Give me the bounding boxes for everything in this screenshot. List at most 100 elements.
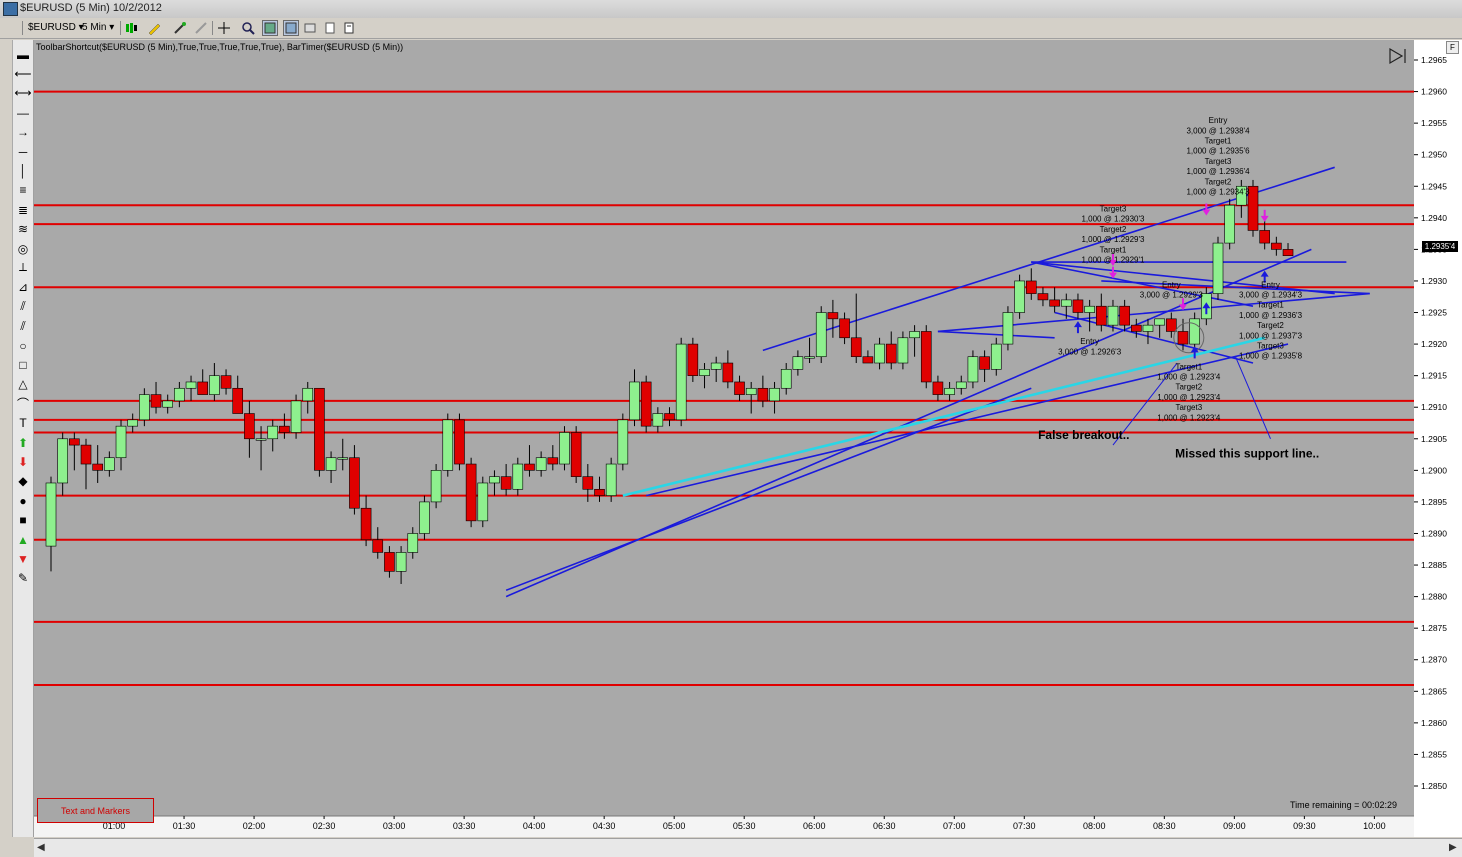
wand-icon[interactable] [172, 20, 188, 36]
ray-both-icon[interactable]: ⟷ [14, 85, 32, 102]
candle [839, 318, 850, 339]
scroll-right-icon[interactable]: ▶ [1449, 842, 1457, 853]
tool-icon[interactable] [193, 20, 209, 36]
zoom-icon[interactable] [240, 20, 256, 36]
candle [104, 457, 115, 471]
pencil-icon[interactable] [146, 20, 162, 36]
price-chart[interactable]: Target31,000 @ 1.2930'3Target21,000 @ 1.… [34, 40, 1414, 837]
order-label: Target2 [1205, 177, 1232, 186]
pitchfork-icon[interactable]: ⟂ [14, 259, 32, 276]
symbol-selector[interactable]: $EURUSD ▾ [28, 20, 84, 35]
fib-fan-icon[interactable]: ≋ [14, 221, 32, 238]
triangle-up-icon[interactable]: ▲ [14, 531, 32, 548]
candle [1154, 318, 1165, 326]
triangle-down-icon[interactable]: ▼ [14, 550, 32, 567]
order-label: 1,000 @ 1.2923'4 [1157, 413, 1221, 422]
price-axis[interactable]: 1.2965 1.2960 1.2955 1.2950 1.2945 1.2940 1.29… [1414, 40, 1462, 837]
channel2-icon[interactable]: ⫽ [14, 318, 32, 335]
price-tick-label: 1.2885 [1421, 560, 1447, 570]
eraser-icon[interactable]: ✎ [14, 570, 32, 587]
candle [372, 539, 384, 553]
rectangle-icon[interactable]: □ [14, 356, 32, 373]
text-and-markers-box[interactable]: Text and Markers [37, 798, 154, 823]
f-button[interactable]: F [1446, 41, 1459, 54]
time-tick-label: 03:30 [453, 821, 476, 831]
candle [699, 369, 710, 376]
gann-icon[interactable]: ⊿ [14, 279, 32, 296]
properties-icon[interactable] [322, 20, 338, 36]
candle [92, 463, 103, 471]
candle [302, 387, 314, 402]
circle-icon[interactable]: ○ [14, 337, 32, 354]
time-tick-label: 06:00 [803, 821, 826, 831]
snapshot-icon[interactable] [302, 20, 318, 36]
horizontal-line-icon[interactable]: ─ [14, 143, 32, 160]
candle [745, 387, 757, 395]
candle [617, 419, 629, 465]
vertical-line-icon[interactable]: │ [14, 162, 32, 179]
candle [127, 419, 138, 427]
parallel-lines-icon[interactable]: ≡ [14, 182, 32, 199]
segment-icon[interactable]: — [14, 104, 32, 121]
text-icon[interactable]: T [14, 415, 32, 432]
diamond-icon[interactable]: ◆ [14, 473, 32, 490]
order-label: Target1 [1205, 137, 1232, 146]
interval-label: 5 Min [82, 22, 107, 33]
candle [512, 463, 524, 490]
arrow-up-icon[interactable]: ⬆ [14, 434, 32, 451]
chart-trader-icon[interactable] [283, 20, 299, 36]
page-icon[interactable] [341, 20, 357, 36]
square-icon[interactable]: ■ [14, 512, 32, 529]
price-tick-label: 1.2955 [1421, 118, 1447, 128]
candle [162, 400, 173, 408]
ray-left-icon[interactable]: ⟵ [14, 65, 32, 82]
crosshair-icon[interactable] [216, 20, 232, 36]
candle [769, 387, 780, 402]
chart-panel[interactable]: Target3 1,000 @ 1.2930'3 Target2 1,000 @ 1.… [34, 40, 1414, 837]
candle [862, 356, 874, 364]
candle [419, 501, 430, 534]
dot-icon[interactable]: ● [14, 492, 32, 509]
arrow-right-icon[interactable]: → [14, 124, 32, 141]
price-tick-label: 1.2940 [1421, 213, 1447, 223]
arrow-down-icon[interactable]: ⬇ [14, 453, 32, 470]
candle [407, 533, 419, 553]
left-edge-panel [0, 40, 13, 837]
candle [325, 457, 337, 471]
arc-icon[interactable]: ⌒ [14, 395, 32, 412]
order-label: 1,000 @ 1.2929'1 [1081, 256, 1145, 265]
bar-type-icon[interactable] [124, 20, 140, 36]
chart-view-icon[interactable] [262, 20, 278, 36]
time-tick-label: 05:30 [733, 821, 756, 831]
candle [45, 482, 57, 547]
fib-icon[interactable]: ≣ [14, 201, 32, 218]
candle [605, 463, 617, 496]
candle [570, 432, 582, 477]
cycle-icon[interactable]: ◎ [14, 240, 32, 257]
triangle-icon[interactable]: △ [14, 376, 32, 393]
horizontal-scrollbar[interactable]: ◀ ▶ [34, 838, 1462, 857]
candle [640, 381, 652, 427]
order-label: 1,000 @ 1.2936'4 [1186, 167, 1250, 176]
time-tick-label: 09:00 [1223, 821, 1246, 831]
interval-selector[interactable]: 5 Min ▾ [82, 20, 114, 35]
candle [535, 457, 547, 471]
time-remaining-label: Time remaining = 00:02:29 [1290, 800, 1397, 810]
play-icon[interactable] [1388, 47, 1408, 65]
channel-icon[interactable]: ⫽ [14, 298, 32, 315]
candle [232, 387, 244, 414]
order-label: Target3 [1175, 403, 1202, 412]
scroll-left-icon[interactable]: ◀ [37, 842, 45, 853]
price-tick-label: 1.2860 [1421, 718, 1447, 728]
time-tick-label: 02:00 [243, 821, 266, 831]
order-label: Target1 [1257, 301, 1284, 310]
price-tick-label: 1.2945 [1421, 181, 1447, 191]
ruler-icon[interactable]: ▬ [14, 46, 32, 63]
price-tick-label: 1.2900 [1421, 465, 1447, 475]
candle [734, 381, 745, 395]
candle [150, 394, 162, 408]
time-tick-label: 07:00 [943, 821, 966, 831]
order-label: 1,000 @ 1.2930'3 [1081, 215, 1145, 224]
order-label: Entry [1162, 280, 1181, 289]
time-tick-label: 01:30 [173, 821, 196, 831]
